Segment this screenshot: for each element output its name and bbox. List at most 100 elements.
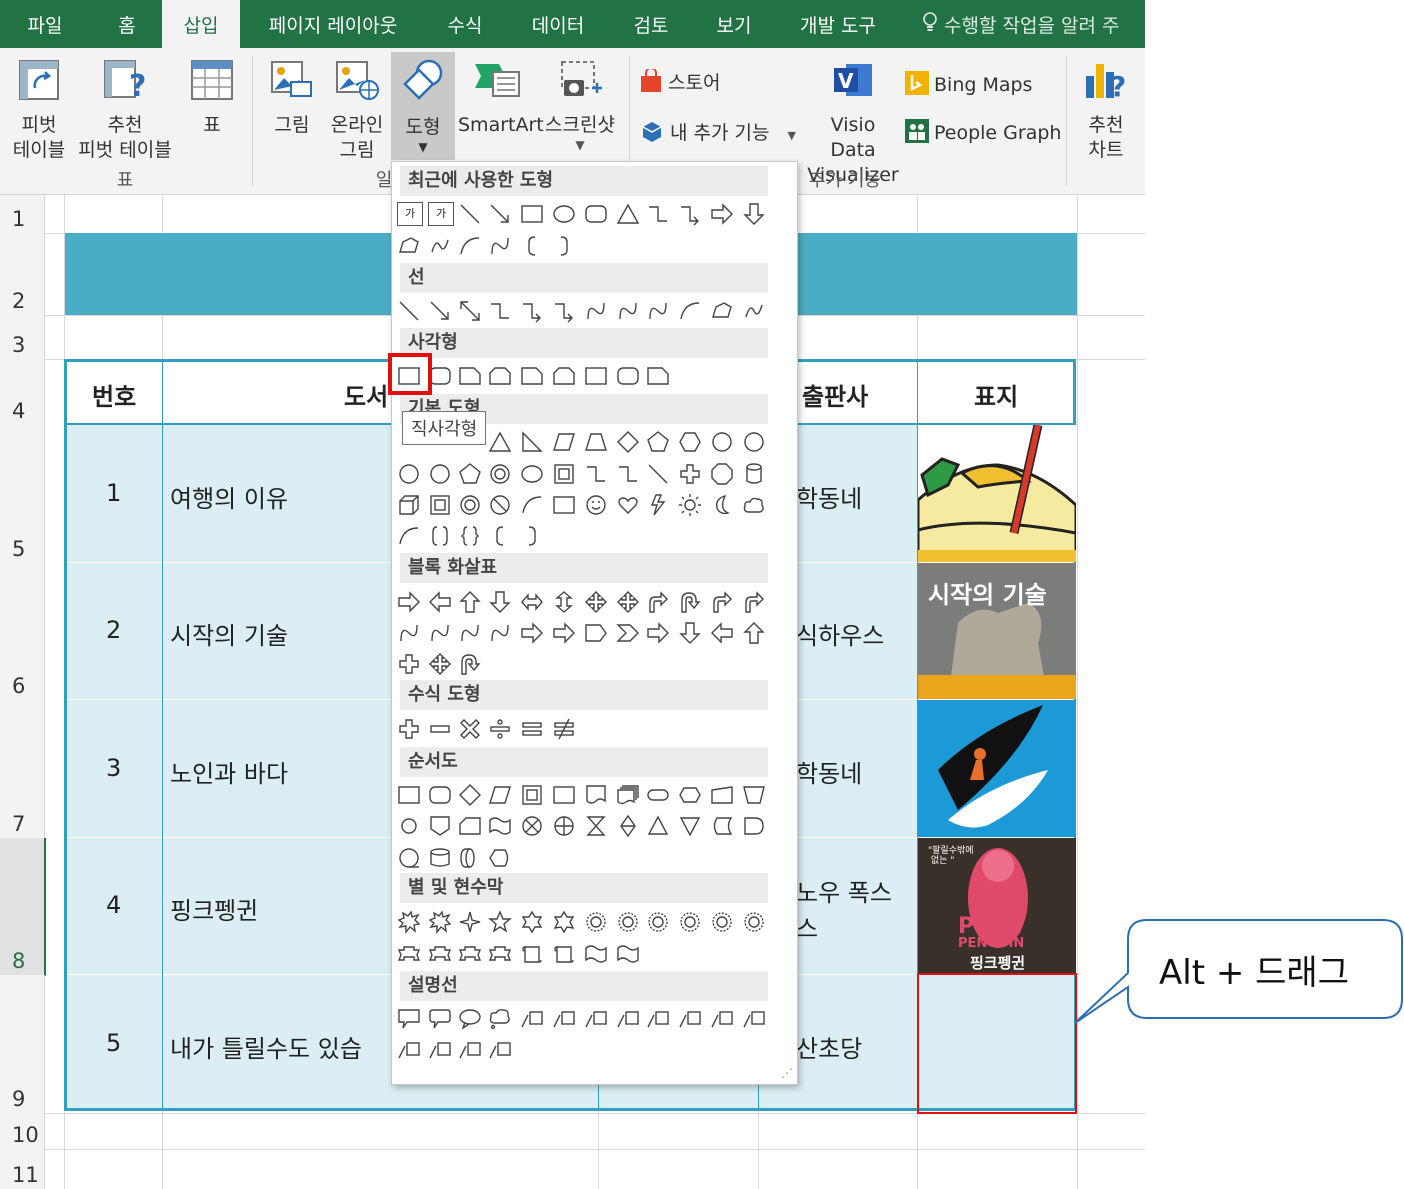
shape-card-icon[interactable] bbox=[458, 814, 482, 838]
row-header-9[interactable]: 9 bbox=[0, 975, 45, 1114]
shape-rbracket-icon[interactable] bbox=[520, 524, 544, 548]
shape-rect-icon[interactable] bbox=[552, 493, 576, 517]
shape-pentagon-icon[interactable] bbox=[646, 430, 670, 454]
shape-cloud-icon[interactable] bbox=[742, 493, 766, 517]
row-header-1[interactable]: 1 bbox=[0, 195, 45, 234]
shape-manual-icon[interactable] bbox=[710, 783, 734, 807]
shape-circlenum-icon[interactable] bbox=[428, 462, 452, 486]
shape-curve-icon[interactable] bbox=[584, 299, 608, 323]
shape-scribble-icon[interactable] bbox=[428, 234, 452, 258]
shape-elbow-icon[interactable] bbox=[646, 202, 670, 226]
shape-sumjunc-icon[interactable] bbox=[520, 814, 544, 838]
shape-star4-icon[interactable] bbox=[458, 910, 482, 934]
shape-moon-icon[interactable] bbox=[710, 493, 734, 517]
book-cover-2[interactable]: 시작의 기술 bbox=[918, 563, 1076, 699]
shape-callline-icon[interactable] bbox=[616, 1007, 640, 1031]
shape-donut-icon[interactable] bbox=[488, 462, 512, 486]
shape-arrowR-icon[interactable] bbox=[520, 621, 544, 645]
shape-callrect-icon[interactable] bbox=[397, 1007, 421, 1031]
shape-prep-icon[interactable] bbox=[678, 783, 702, 807]
tab-developer[interactable]: 개발 도구 bbox=[788, 0, 888, 48]
smartart-button[interactable]: SmartArt bbox=[458, 58, 544, 138]
shape-seal-icon[interactable] bbox=[584, 910, 608, 934]
cell-no-3[interactable]: 3 bbox=[106, 754, 121, 782]
shape-lbracket-icon[interactable] bbox=[520, 234, 544, 258]
cell-no-4[interactable]: 4 bbox=[106, 891, 121, 919]
cell-publisher-2[interactable]: 식하우스 bbox=[796, 616, 884, 651]
textbox-vertical-icon[interactable]: 가 bbox=[428, 202, 454, 226]
shape-stored-icon[interactable] bbox=[710, 814, 734, 838]
cell-no-1[interactable]: 1 bbox=[106, 479, 121, 507]
shape-rtriangle-icon[interactable] bbox=[520, 430, 544, 454]
shape-uturn-icon[interactable] bbox=[678, 590, 702, 614]
shape-lbracket-icon[interactable] bbox=[488, 524, 512, 548]
shape-explosion-icon[interactable] bbox=[428, 910, 452, 934]
shape-seal-icon[interactable] bbox=[678, 910, 702, 934]
shape-dblarrow-icon[interactable] bbox=[458, 299, 482, 323]
book-cover-1[interactable] bbox=[918, 425, 1076, 562]
cell-no-5[interactable]: 5 bbox=[106, 1029, 121, 1057]
shape-notequal-icon[interactable] bbox=[552, 717, 576, 741]
shape-bracket-icon[interactable] bbox=[428, 524, 452, 548]
cell-title-2[interactable]: 시작의 기술 bbox=[170, 616, 288, 651]
shape-orsym-icon[interactable] bbox=[552, 814, 576, 838]
shape-ribbon-icon[interactable] bbox=[458, 942, 482, 966]
shape-elbowarrow-icon[interactable] bbox=[678, 202, 702, 226]
row-header-8[interactable]: 8 bbox=[0, 838, 46, 976]
shape-callline-icon[interactable] bbox=[742, 1007, 766, 1031]
shape-curve-icon[interactable] bbox=[488, 234, 512, 258]
my-addins-button[interactable]: 내 추가 기능 ▼ bbox=[640, 118, 796, 148]
shape-freeform-icon[interactable] bbox=[710, 299, 734, 323]
shape-line-icon[interactable] bbox=[646, 462, 670, 486]
shape-snip2-icon[interactable] bbox=[552, 364, 576, 388]
shape-plus-icon[interactable] bbox=[397, 717, 421, 741]
shape-elbowarrow-icon[interactable] bbox=[520, 299, 544, 323]
shape-arrowU-icon[interactable] bbox=[458, 590, 482, 614]
shape-seal-icon[interactable] bbox=[710, 910, 734, 934]
shape-arrowR-icon[interactable] bbox=[646, 621, 670, 645]
shape-plus-icon[interactable] bbox=[678, 462, 702, 486]
shape-scroll-icon[interactable] bbox=[552, 942, 576, 966]
shape-direct-icon[interactable] bbox=[458, 846, 482, 870]
shape-circlenum-icon[interactable] bbox=[742, 430, 766, 454]
shape-seqaccess-icon[interactable] bbox=[397, 846, 421, 870]
shape-callline-icon[interactable] bbox=[552, 1007, 576, 1031]
shape-arrowR-icon[interactable] bbox=[710, 202, 734, 226]
cell-title-1[interactable]: 여행의 이유 bbox=[170, 479, 288, 514]
resize-grip-icon[interactable]: ⋰ bbox=[781, 1066, 793, 1080]
shape-rect-icon[interactable] bbox=[397, 783, 421, 807]
shape-arrowLR-icon[interactable] bbox=[520, 590, 544, 614]
shape-callline-icon[interactable] bbox=[646, 1007, 670, 1031]
shape-frame-icon[interactable] bbox=[552, 462, 576, 486]
shape-connector-icon[interactable] bbox=[397, 814, 421, 838]
row-header-2[interactable]: 2 bbox=[0, 233, 45, 316]
shape-snip-icon[interactable] bbox=[458, 364, 482, 388]
shape-freeform-icon[interactable] bbox=[397, 234, 421, 258]
shape-manualop-icon[interactable] bbox=[742, 783, 766, 807]
book-cover-4[interactable]: "팔릴수밖에 없는 " PINK PENGUIN 핑크펭귄 bbox=[918, 838, 1076, 974]
shape-noSym-icon[interactable] bbox=[488, 493, 512, 517]
screenshot-button[interactable]: 스크린샷 ▼ bbox=[540, 58, 620, 152]
shape-circlenum-icon[interactable] bbox=[397, 462, 421, 486]
shape-quad-icon[interactable] bbox=[584, 590, 608, 614]
bing-maps-button[interactable]: Bing Maps bbox=[904, 70, 1032, 101]
picture-button[interactable]: 그림 bbox=[262, 58, 322, 138]
shape-callline-icon[interactable] bbox=[397, 1038, 421, 1062]
shape-brace-icon[interactable] bbox=[458, 524, 482, 548]
shape-multidoc-icon[interactable] bbox=[616, 783, 640, 807]
shape-heart-icon[interactable] bbox=[616, 493, 640, 517]
shape-callline-icon[interactable] bbox=[428, 1038, 452, 1062]
shape-diamond-icon[interactable] bbox=[458, 783, 482, 807]
shape-curve-icon[interactable] bbox=[646, 299, 670, 323]
shape-rect-icon[interactable] bbox=[520, 202, 544, 226]
shape-curve-icon[interactable] bbox=[488, 621, 512, 645]
shape-tape-icon[interactable] bbox=[488, 814, 512, 838]
row-header-7[interactable]: 7 bbox=[0, 700, 45, 839]
shape-seal-icon[interactable] bbox=[742, 910, 766, 934]
shape-curve-icon[interactable] bbox=[616, 299, 640, 323]
shape-callline-icon[interactable] bbox=[458, 1038, 482, 1062]
shape-uturn-icon[interactable] bbox=[458, 652, 482, 676]
shape-seal-icon[interactable] bbox=[616, 910, 640, 934]
shape-arrowR-icon[interactable] bbox=[397, 590, 421, 614]
shape-ribbon-icon[interactable] bbox=[428, 942, 452, 966]
